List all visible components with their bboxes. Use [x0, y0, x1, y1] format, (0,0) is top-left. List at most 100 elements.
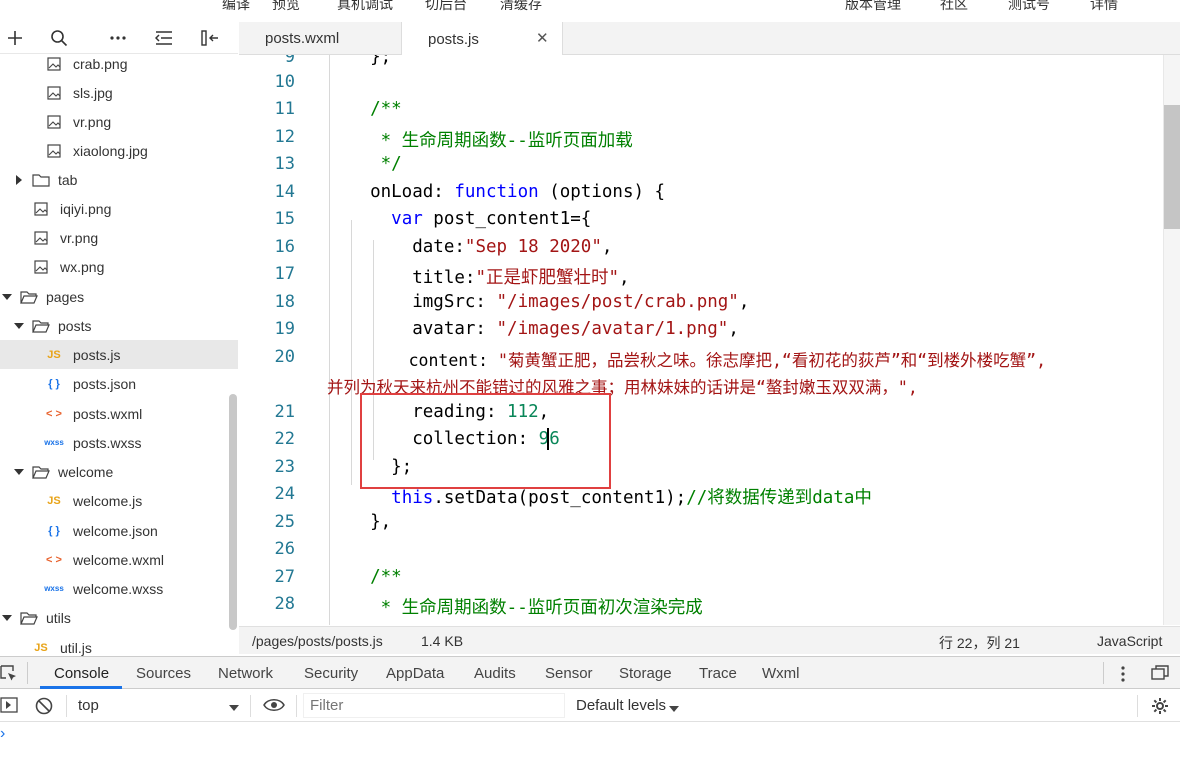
- tree-item-label: posts.json: [73, 375, 137, 392]
- line-number: 9: [284, 55, 295, 67]
- devtools-tab-wxml[interactable]: Wxml: [762, 665, 800, 682]
- line-number: 18: [274, 292, 295, 312]
- line-number: 20: [274, 347, 295, 367]
- collapse-all-icon[interactable]: [151, 26, 177, 50]
- context-select[interactable]: top: [78, 697, 99, 714]
- tree-item-welcome-json[interactable]: { } welcome.json: [0, 516, 238, 545]
- image-file-icon: [31, 259, 51, 275]
- devtools-tab-sources[interactable]: Sources: [136, 665, 191, 682]
- dropdown-arrow-icon[interactable]: [669, 700, 679, 716]
- settings-gear-icon[interactable]: [1151, 697, 1169, 718]
- add-icon[interactable]: [2, 26, 28, 50]
- tree-folder-utils[interactable]: utils: [0, 603, 238, 632]
- eye-icon[interactable]: [263, 698, 285, 715]
- active-tab-indicator: [40, 686, 122, 689]
- line-number: 12: [274, 127, 295, 147]
- folder-open-icon: [31, 464, 51, 480]
- image-file-icon: [44, 114, 64, 130]
- close-icon[interactable]: ✕: [536, 29, 549, 47]
- chevron-down-icon[interactable]: [2, 613, 12, 623]
- editor-scrollbar-thumb[interactable]: [1164, 105, 1180, 229]
- explorer-scrollbar[interactable]: [229, 394, 237, 630]
- menu-community[interactable]: 社区: [940, 0, 968, 14]
- status-cursor-position[interactable]: 行 22，列 21: [939, 633, 1020, 653]
- console-prompt[interactable]: ›: [0, 725, 5, 743]
- devtools-tab-console[interactable]: Console: [54, 665, 109, 682]
- json-file-icon: { }: [48, 377, 60, 390]
- chevron-down-icon[interactable]: [14, 321, 24, 331]
- code-editor[interactable]: 9 }; 10 11 /** 12 * 生命周期函数--监听页面加载 13 */…: [239, 55, 1163, 625]
- devtools-tab-appdata[interactable]: AppData: [386, 665, 444, 682]
- tree-item-label: welcome.wxss: [73, 580, 164, 597]
- search-icon[interactable]: [46, 26, 72, 50]
- tree-item-xiaolong[interactable]: xiaolong.jpg: [0, 136, 238, 165]
- menu-background[interactable]: 切后台: [425, 0, 467, 14]
- tree-item-sls[interactable]: sls.jpg: [0, 78, 238, 107]
- tab-posts-wxml[interactable]: posts.wxml: [239, 22, 401, 55]
- tree-item-label: xiaolong.jpg: [73, 142, 148, 159]
- tree-item-label: util.js: [60, 639, 92, 656]
- tree-item-welcome-wxss[interactable]: wxss welcome.wxss: [0, 574, 238, 603]
- inspect-icon[interactable]: [0, 665, 18, 686]
- tree-folder-pages[interactable]: pages: [0, 282, 238, 311]
- devtools-tab-security[interactable]: Security: [304, 665, 358, 682]
- log-levels-select[interactable]: Default levels: [576, 697, 666, 714]
- line-number: 17: [274, 264, 295, 284]
- menu-test-account[interactable]: 测试号: [1008, 0, 1050, 14]
- menu-compile[interactable]: 编译: [222, 0, 250, 14]
- status-language[interactable]: JavaScript: [1097, 633, 1162, 649]
- menu-clear-cache[interactable]: 清缓存: [500, 0, 542, 14]
- tree-item-vr[interactable]: vr.png: [0, 107, 238, 136]
- menu-preview[interactable]: 预览: [272, 0, 300, 14]
- tree-item-util-js[interactable]: JS util.js: [0, 633, 238, 656]
- toggle-sidebar-icon[interactable]: [197, 26, 223, 50]
- tree-item-crab[interactable]: crab.png: [0, 54, 238, 78]
- tree-item-posts-json[interactable]: { } posts.json: [0, 369, 238, 398]
- devtools-tab-audits[interactable]: Audits: [474, 665, 516, 682]
- tree-item-welcome-js[interactable]: JS welcome.js: [0, 486, 238, 515]
- menu-remote-debug[interactable]: 真机调试: [337, 0, 393, 14]
- undock-icon[interactable]: [1151, 665, 1169, 684]
- devtools-tab-network[interactable]: Network: [218, 665, 273, 682]
- sidebar-toggle-icon[interactable]: [0, 697, 18, 716]
- devtools-tab-trace[interactable]: Trace: [699, 665, 737, 682]
- devtools-tab-sensor[interactable]: Sensor: [545, 665, 593, 682]
- line-number: 15: [274, 209, 295, 229]
- explorer-toolbar: [0, 22, 238, 54]
- image-file-icon: [44, 85, 64, 101]
- console-filter-input[interactable]: [303, 693, 565, 718]
- tree-item-iqiyi[interactable]: iqiyi.png: [0, 194, 238, 223]
- kebab-menu-icon[interactable]: [1120, 665, 1126, 686]
- line-number: 28: [274, 594, 295, 614]
- tree-item-label: wx.png: [60, 258, 105, 275]
- tree-item-posts-wxml[interactable]: < > posts.wxml: [0, 399, 238, 428]
- chevron-right-icon[interactable]: [14, 174, 24, 185]
- tree-item-vr-2[interactable]: vr.png: [0, 223, 238, 252]
- tree-item-label: posts.wxss: [73, 434, 142, 451]
- chevron-down-icon[interactable]: [2, 292, 12, 302]
- tree-item-wx[interactable]: wx.png: [0, 252, 238, 281]
- more-icon[interactable]: [105, 26, 131, 50]
- tree-item-posts-wxss[interactable]: wxss posts.wxss: [0, 428, 238, 457]
- json-file-icon: { }: [48, 524, 60, 537]
- tree-item-welcome-wxml[interactable]: < > welcome.wxml: [0, 545, 238, 574]
- devtools-tab-storage[interactable]: Storage: [619, 665, 672, 682]
- dropdown-arrow-icon[interactable]: [229, 699, 239, 715]
- js-file-icon: JS: [47, 494, 61, 507]
- top-menu-bar: 编译 预览 真机调试 切后台 清缓存 版本管理 社区 测试号 详情: [0, 0, 1180, 14]
- menu-version[interactable]: 版本管理: [845, 0, 901, 14]
- tree-folder-tab[interactable]: tab: [0, 165, 238, 194]
- tree-folder-welcome[interactable]: welcome: [0, 457, 238, 486]
- tree-item-posts-js[interactable]: JS posts.js: [0, 340, 238, 369]
- tab-posts-js[interactable]: posts.js ✕: [401, 22, 563, 56]
- chevron-down-icon[interactable]: [14, 467, 24, 477]
- tree-folder-posts[interactable]: posts: [0, 311, 238, 340]
- text-cursor: [547, 428, 549, 450]
- tree-item-label: posts.wxml: [73, 405, 143, 422]
- code-line: title:"正是虾肥蟹壮时",: [349, 268, 630, 288]
- code-line: onLoad: function (options) {: [349, 182, 666, 202]
- clear-console-icon[interactable]: [35, 697, 53, 718]
- menu-details[interactable]: 详情: [1090, 0, 1118, 14]
- tree-item-label: vr.png: [60, 229, 99, 246]
- image-file-icon: [31, 201, 51, 217]
